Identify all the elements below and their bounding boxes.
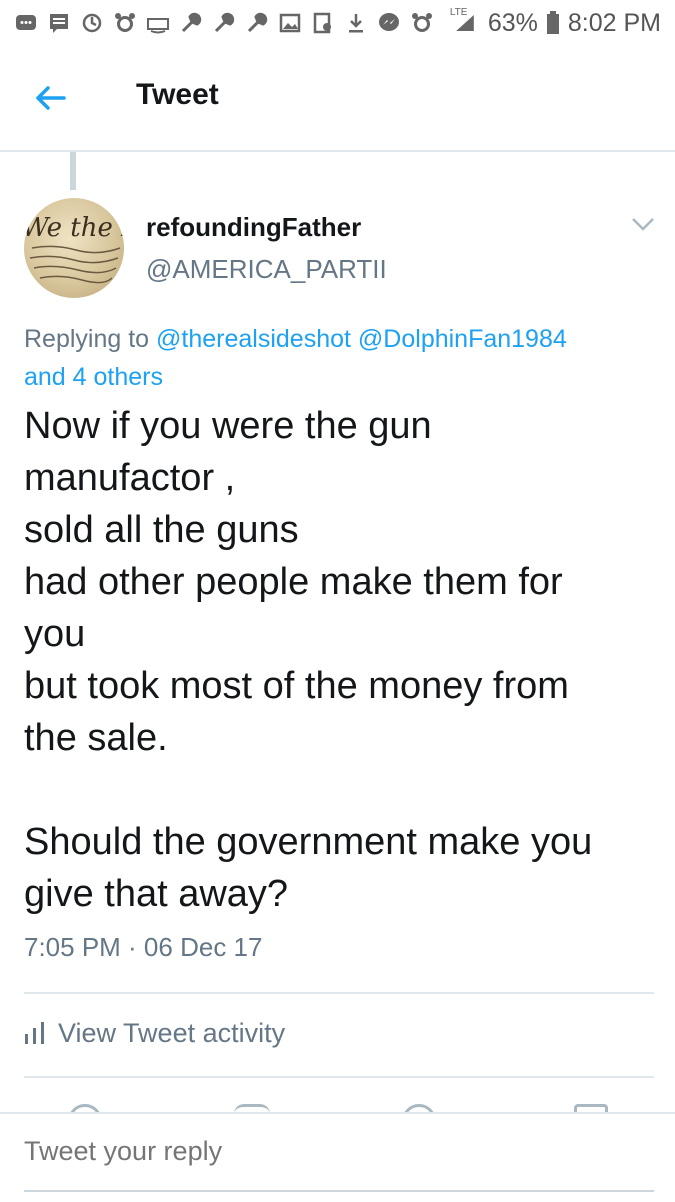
wrench-icon (212, 11, 236, 35)
tweet-text: Now if you were the gun manufactor , sol… (24, 405, 593, 915)
reply-input-underline (24, 1190, 654, 1192)
network-type: LTE (449, 7, 468, 18)
messages-icon (14, 11, 38, 35)
tweet-timestamp: 7:05 PM · 06 Dec 17 (24, 932, 263, 962)
svg-text:We the Pe: We the Pe (24, 213, 124, 243)
author-display-name[interactable]: refoundingFather (146, 212, 361, 243)
reply-bar (0, 1112, 675, 1202)
bar-chart-icon (25, 1021, 44, 1044)
page-title: Tweet (136, 78, 219, 111)
parchment-avatar-image: We the Pe (24, 213, 124, 284)
messenger-icon (377, 11, 401, 35)
clock: 8:02 PM (567, 8, 661, 37)
avatar[interactable]: We the Pe (24, 198, 124, 298)
signal-icon: LTE (450, 7, 480, 35)
wrench-icon (245, 11, 269, 35)
alarm-icon (113, 11, 137, 35)
back-button[interactable] (30, 78, 70, 118)
arrow-left-icon (36, 86, 66, 110)
divider (24, 1076, 654, 1078)
reply-mention-link[interactable]: @DolphinFan1984 (358, 325, 567, 353)
battery-percent: 63% (487, 8, 538, 37)
replying-to-line: Replying to @therealsideshot @DolphinFan… (24, 320, 654, 396)
notification-icon (80, 11, 104, 35)
notification-icons (14, 0, 434, 46)
chevron-down-icon (632, 218, 654, 231)
replying-to-label: Replying to (24, 325, 150, 353)
wrench-icon (179, 11, 203, 35)
download-icon (344, 11, 368, 35)
author-handle[interactable]: @AMERICA_PARTII (146, 254, 387, 285)
image-icon (278, 11, 302, 35)
screenshot-icon (311, 11, 335, 35)
reply-mention-link[interactable]: @therealsideshot (156, 325, 351, 353)
view-tweet-activity-label: View Tweet activity (58, 1018, 286, 1048)
tweet-menu-button[interactable] (630, 214, 656, 234)
divider (24, 992, 654, 994)
battery-icon (546, 11, 560, 35)
status-bar: LTE 63% 8:02 PM (0, 0, 675, 46)
alarm-icon (410, 11, 434, 35)
thread-connector (70, 152, 76, 190)
sms-icon (47, 11, 71, 35)
status-right: LTE 63% 8:02 PM (450, 0, 661, 46)
reply-others-link[interactable]: and 4 others (24, 363, 163, 391)
app-bar: Tweet (0, 46, 675, 152)
view-tweet-activity-button[interactable]: View Tweet activity (24, 1018, 285, 1049)
amazon-icon (146, 11, 170, 35)
reply-input[interactable] (24, 1136, 654, 1167)
